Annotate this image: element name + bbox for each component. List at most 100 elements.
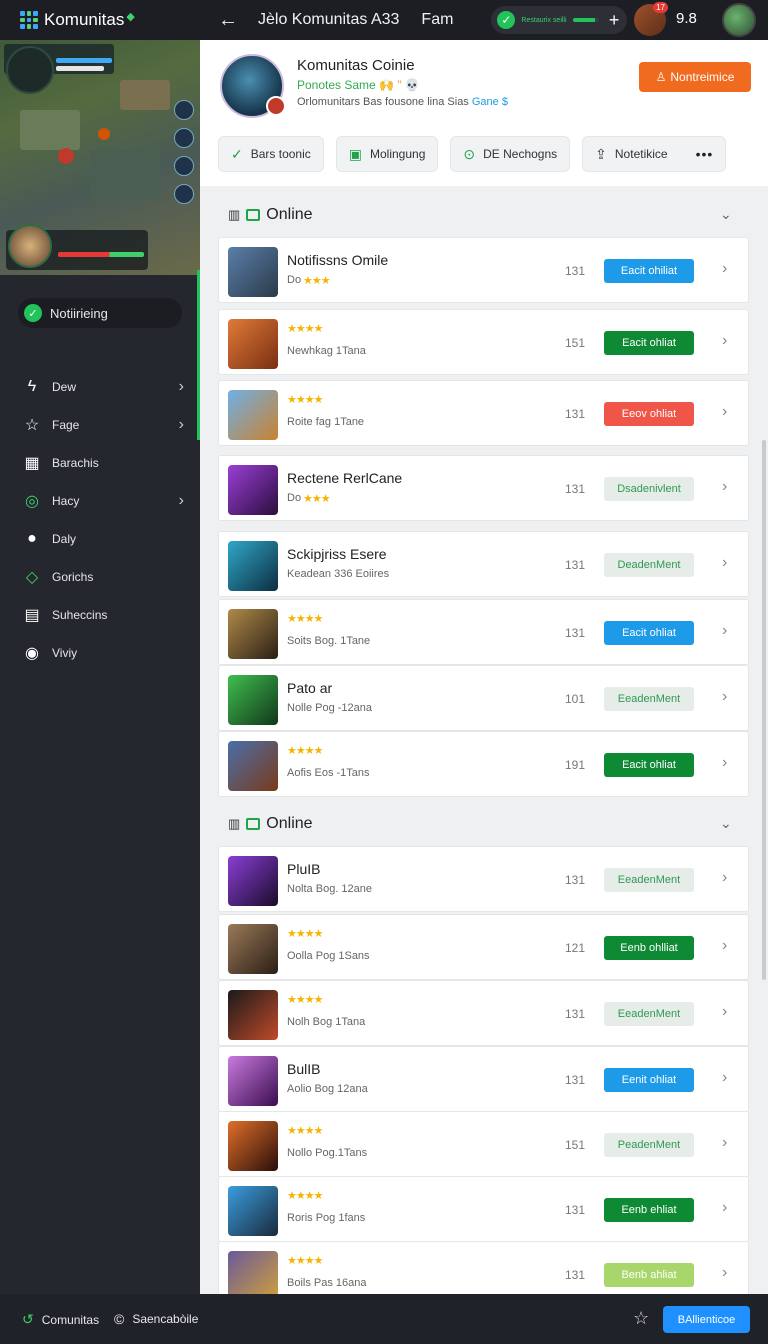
game-link[interactable]: Gane $ (472, 96, 508, 108)
item-action-button[interactable]: EeadenMent (604, 868, 694, 892)
list-item[interactable]: ★★★★ Aofis Eos -1Tans 191 Eacit ohliat › (218, 731, 749, 797)
game-thumbnail (228, 990, 278, 1040)
rating-stars: ★★★★ (287, 394, 323, 406)
item-action-button[interactable]: Eenb ehliat (604, 1198, 694, 1222)
chevron-right-icon[interactable]: › (722, 554, 727, 572)
item-action-button[interactable]: Eacit ohiliat (604, 259, 694, 283)
list-item[interactable]: ★★★★ Nollo Pog.1Tans 151 PeadenMent › (218, 1111, 749, 1177)
chevron-right-icon[interactable]: › (722, 1199, 727, 1217)
item-count: 191 (565, 758, 586, 772)
sidebar-item-daly[interactable]: ● Daly (0, 520, 200, 558)
grid-icon: ▦ (24, 455, 40, 472)
item-subtitle: Soits Bog. 1Tane (287, 635, 371, 647)
more-options-icon[interactable]: ••• (696, 146, 714, 162)
list-item[interactable]: ★★★★ Soits Bog. 1Tane 131 Eacit ohliat › (218, 599, 749, 665)
follow-button[interactable]: ♙ Nontreimice (639, 62, 751, 92)
list-item[interactable]: PluIB Nolta Bog. 12ane 131 EeadenMent › (218, 846, 749, 912)
list-item[interactable]: Pato ar Nolle Pog -12ana 101 EeadenMent › (218, 665, 749, 731)
item-action-button[interactable]: Eacit ohliat (604, 621, 694, 645)
star-icon[interactable]: ☆ (633, 1308, 649, 1329)
brand[interactable]: Komunitas ◆ (0, 0, 200, 40)
sidebar-item-viviy[interactable]: ◉ Viviy (0, 634, 200, 672)
chevron-down-icon[interactable]: ⌄ (720, 206, 732, 223)
arrow-left-icon[interactable]: ← (218, 9, 242, 32)
chevron-right-icon[interactable]: › (722, 869, 727, 887)
list-item[interactable]: BulIB Aolio Bog 12ana 131 Eenit ohliat › (218, 1046, 749, 1112)
user-avatar[interactable] (722, 3, 756, 37)
chevron-right-icon[interactable]: › (722, 403, 727, 421)
sidebar-item-suheccins[interactable]: ▤ Suheccins (0, 596, 200, 634)
list-item[interactable]: ★★★★ Roite fag 1Tane 131 Eeov ohliat › (218, 380, 749, 446)
tab-notetikice[interactable]: ⇪ Notetikice ••• (582, 136, 727, 172)
item-action-button[interactable]: DeadenMent (604, 553, 694, 577)
item-subtitle: Roris Pog 1fans (287, 1212, 366, 1224)
sidebar-item-label: Daly (52, 532, 77, 546)
item-action-button[interactable]: Benb ahliat (604, 1263, 694, 1287)
status-pill[interactable]: ✓ Restaurix seilli + (491, 6, 628, 34)
top-bar: Komunitas ◆ ← Jèlo Komunitas A33 Fam ✓ R… (0, 0, 768, 40)
chevron-right-icon[interactable]: › (722, 1069, 727, 1087)
game-hud-top (4, 44, 114, 94)
hero-avatar (6, 46, 54, 94)
document-icon: ▣ (348, 145, 362, 162)
map-tile (90, 150, 160, 200)
list-item[interactable]: ★★★★ Newhkag 1Tana 151 Eacit ohliat › (218, 309, 749, 375)
chevron-right-icon[interactable]: › (722, 1003, 727, 1021)
item-action-button[interactable]: EeadenMent (604, 687, 694, 711)
community-avatar (220, 54, 286, 118)
chevron-right-icon[interactable]: › (722, 754, 727, 772)
notification-avatar[interactable]: 17 (634, 2, 668, 36)
status-toggle[interactable]: ✓ Notiirieing (18, 298, 182, 328)
sidebar-item-barachis[interactable]: ▦ Barachis (0, 444, 200, 482)
chevron-right-icon[interactable]: › (722, 937, 727, 955)
game-skill-icons (174, 100, 194, 204)
rating-stars: ★★★★ (287, 1255, 323, 1267)
game-preview-image[interactable] (0, 40, 200, 275)
skill-icon (174, 184, 194, 204)
item-action-button[interactable]: Eeov ohliat (604, 402, 694, 426)
list-item[interactable]: ★★★★ Oolla Pog 1Sans 121 Eenb ohlliat › (218, 914, 749, 980)
chevron-right-icon[interactable]: › (722, 688, 727, 706)
plus-icon[interactable]: + (609, 10, 620, 31)
section-header[interactable]: ▥ Online (228, 809, 313, 839)
item-action-button[interactable]: Eacit ohliat (604, 753, 694, 777)
list-item[interactable]: Rectene RerlCane ★★★ Do 131 Dsadenivlent › (218, 455, 749, 521)
list-item[interactable]: Sckipjriss Esere Keadean 336 Eoiires 131 De… (218, 531, 749, 597)
item-action-button[interactable]: PeadenMent (604, 1133, 694, 1157)
chevron-right-icon[interactable]: › (722, 332, 727, 350)
scrollbar[interactable] (762, 440, 766, 980)
chevron-right-icon[interactable]: › (722, 622, 727, 640)
item-action-button[interactable]: Eacit ohliat (604, 331, 694, 355)
item-title: Rectene RerlCane (287, 470, 403, 486)
item-action-button[interactable]: Eenit ohliat (604, 1068, 694, 1092)
primary-action-button[interactable]: BAllienticoe (663, 1306, 750, 1333)
item-action-button[interactable]: EeadenMent (604, 1002, 694, 1026)
tab-de-nechogns[interactable]: ⊙ DE Nechogns (450, 136, 571, 172)
bottom-item-label: Comunitas (41, 1312, 100, 1327)
game-thumbnail (228, 609, 278, 659)
sidebar-item-dew[interactable]: ϟ Dew › (0, 368, 200, 406)
item-title: PluIB (287, 861, 321, 877)
chevron-right-icon[interactable]: › (722, 478, 727, 496)
tab-molingung[interactable]: ▣ Molingung (335, 136, 439, 172)
chevron-right-icon[interactable]: › (722, 260, 727, 278)
item-count: 131 (565, 1073, 586, 1087)
bottom-item-comunitas[interactable]: ↺ Comunitas (22, 1311, 99, 1328)
check-icon: ✓ (497, 11, 516, 29)
sidebar-item-hacy[interactable]: ◎ Hacy › (0, 482, 200, 520)
chevron-down-icon[interactable]: ⌄ (720, 815, 732, 832)
chevron-right-icon[interactable]: › (722, 1134, 727, 1152)
item-action-button[interactable]: Eenb ohlliat (604, 936, 694, 960)
list-item[interactable]: ★★★★ Nolh Bog 1Tana 131 EeadenMent › (218, 980, 749, 1046)
section-header[interactable]: ▥ Online (228, 200, 313, 230)
list-item[interactable]: ★★★★ Boils Pas 16ana 131 Benb ahliat › (218, 1241, 749, 1294)
sidebar-item-fage[interactable]: ☆ Fage › (0, 406, 200, 444)
list-item[interactable]: Notifissns Omile ★★★ Do 131 Eacit ohiliat › (218, 237, 749, 303)
bottom-item-saencaboile[interactable]: © Saencabòile (114, 1311, 198, 1327)
sidebar-item-gorichs[interactable]: ◇ Gorichs (0, 558, 200, 596)
tab-bars-toonic[interactable]: ✓ Bars toonic (218, 136, 324, 172)
list-item[interactable]: ★★★★ Roris Pog 1fans 131 Eenb ehliat › (218, 1176, 749, 1242)
item-action-button[interactable]: Dsadenivlent (604, 477, 694, 501)
chevron-right-icon[interactable]: › (722, 1264, 727, 1282)
skill-icon (174, 156, 194, 176)
